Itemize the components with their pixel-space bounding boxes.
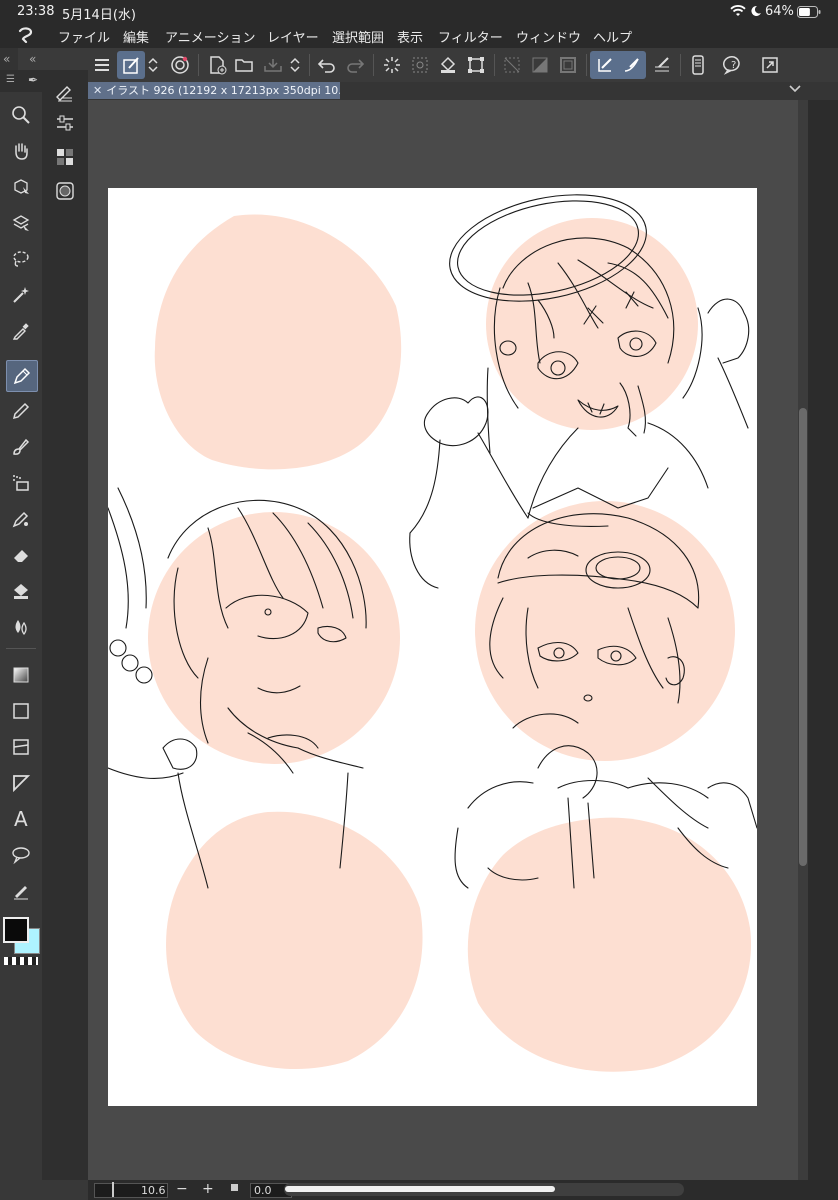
- pencil-tool-icon[interactable]: [6, 396, 36, 426]
- snap-to-grid-icon[interactable]: [648, 51, 676, 79]
- right-panel-strip: [808, 100, 838, 1180]
- redo-icon[interactable]: [341, 51, 369, 79]
- menu-window[interactable]: ウィンドウ: [516, 27, 581, 46]
- gradient-tool-icon[interactable]: [6, 660, 36, 690]
- tool-property-icon[interactable]: [50, 108, 80, 138]
- artwork: [108, 194, 757, 1072]
- close-tab-icon[interactable]: ✕: [93, 84, 102, 97]
- battery-icon: [797, 6, 821, 18]
- magic-wand-tool-icon[interactable]: [6, 280, 36, 310]
- zoom-tool-icon[interactable]: [6, 100, 36, 130]
- eyedropper-tool-icon[interactable]: [6, 316, 36, 346]
- menu-filter[interactable]: フィルター: [438, 27, 503, 46]
- empty-portrait-circle-top-left: [154, 214, 402, 470]
- top-bar: 23:38 5月14日(水) 64% ファイル 編集 アニメーション レイヤー …: [0, 0, 838, 48]
- do-not-disturb-icon: [750, 5, 762, 17]
- portrait-circle-middle-left: [148, 512, 400, 764]
- menu-layer[interactable]: レイヤー: [267, 27, 319, 46]
- menu-animation[interactable]: アニメーション: [165, 27, 255, 46]
- menu-view[interactable]: 表示: [397, 27, 423, 46]
- ruler-tool-icon[interactable]: [6, 768, 36, 798]
- canvas[interactable]: [108, 188, 757, 1106]
- save-icon[interactable]: [259, 51, 287, 79]
- undo-icon[interactable]: [313, 51, 341, 79]
- object-tool-icon[interactable]: [6, 172, 36, 202]
- clear-icon[interactable]: [378, 51, 406, 79]
- collapse-left-icon[interactable]: «: [3, 52, 10, 66]
- clip-studio-paint-icon[interactable]: [166, 51, 194, 79]
- menu-edit[interactable]: 編集: [123, 27, 149, 46]
- pen-mini-icon: ✒: [28, 73, 39, 87]
- scrollbar-thumb[interactable]: [799, 408, 807, 866]
- frame-border-tool-icon[interactable]: [6, 732, 36, 762]
- clear-outside-selection-icon[interactable]: [406, 51, 434, 79]
- status-date: 5月14日(水): [62, 8, 136, 23]
- status-time: 23:38: [17, 4, 55, 19]
- transform-icon[interactable]: [462, 51, 490, 79]
- wifi-icon: [730, 5, 746, 17]
- hand-tool-icon[interactable]: [6, 136, 36, 166]
- menu-help[interactable]: ヘルプ: [593, 27, 632, 46]
- collapse-panel-icon[interactable]: ☰: [6, 74, 15, 85]
- empty-portrait-circle-bottom-left: [166, 811, 423, 1070]
- chevron-down-icon[interactable]: [788, 82, 802, 96]
- snap-to-special-ruler-icon[interactable]: [618, 51, 646, 79]
- transparent-color-icon[interactable]: [4, 957, 38, 965]
- zoom-slider-handle[interactable]: [112, 1182, 114, 1197]
- menu-file[interactable]: ファイル: [58, 27, 110, 46]
- pen-tool-icon[interactable]: [6, 360, 38, 392]
- zoom-in-icon[interactable]: +: [202, 1181, 214, 1197]
- lasso-selection-tool-icon[interactable]: [6, 244, 36, 274]
- fill-tool-icon[interactable]: [6, 576, 36, 606]
- clip-studio-logo-icon[interactable]: [17, 27, 35, 43]
- chevron-updown-icon[interactable]: [143, 51, 163, 79]
- blend-tool-icon[interactable]: [6, 612, 36, 642]
- zoom-out-icon[interactable]: −: [176, 1181, 188, 1197]
- menu-hamburger-icon[interactable]: [88, 51, 116, 79]
- smartphone-icon[interactable]: [684, 51, 712, 79]
- portrait-circle-middle-right: [475, 501, 735, 761]
- color-wheel-icon[interactable]: [50, 176, 80, 206]
- zoom-value: 10.6: [141, 1184, 166, 1197]
- svg-text:?: ?: [731, 60, 736, 71]
- menu-selection[interactable]: 選択範囲: [332, 27, 384, 46]
- chevron-updown-icon[interactable]: [285, 51, 305, 79]
- main-color-swatch[interactable]: [3, 917, 29, 943]
- brush-tool-icon[interactable]: [6, 432, 36, 462]
- command-bar: ?: [0, 48, 838, 83]
- eraser-tool-icon[interactable]: [6, 540, 36, 570]
- portrait-circle-top-right: [486, 218, 698, 430]
- sub-tool-pen-icon[interactable]: [50, 78, 80, 108]
- home-indicator[interactable]: [285, 1186, 555, 1192]
- document-tab-title: イラスト 926 (12192 x 17213px 350dpi 10.6%): [106, 84, 340, 97]
- color-set-icon[interactable]: [50, 142, 80, 172]
- correct-line-tool-icon[interactable]: [6, 876, 36, 906]
- fit-view-icon[interactable]: [231, 1184, 238, 1191]
- selection-border-icon[interactable]: [554, 51, 582, 79]
- invert-selection-icon[interactable]: [526, 51, 554, 79]
- figure-tool-icon[interactable]: [6, 696, 36, 726]
- text-tool-icon[interactable]: A: [6, 804, 36, 834]
- fill-icon[interactable]: [434, 51, 462, 79]
- deselect-icon[interactable]: [498, 51, 526, 79]
- svg-text:A: A: [14, 808, 28, 830]
- snap-to-ruler-icon[interactable]: [591, 51, 619, 79]
- balloon-tool-icon[interactable]: [6, 840, 36, 870]
- fullscreen-icon[interactable]: [756, 51, 784, 79]
- battery-percent: 64%: [765, 4, 794, 19]
- empty-portrait-circle-bottom-right: [467, 817, 752, 1072]
- open-folder-icon[interactable]: [231, 51, 259, 79]
- sub-tool-strip: [42, 70, 88, 1200]
- help-icon[interactable]: ?: [720, 51, 748, 79]
- brush-size-mode-icon[interactable]: [117, 51, 145, 79]
- rotation-value: 0.0: [254, 1184, 272, 1197]
- airbrush-tool-icon[interactable]: [6, 468, 36, 498]
- collapse-left-icon[interactable]: «: [29, 52, 36, 66]
- new-file-icon[interactable]: [203, 51, 231, 79]
- document-tab[interactable]: ✕ イラスト 926 (12192 x 17213px 350dpi 10.6%): [88, 82, 340, 99]
- layer-move-tool-icon[interactable]: [6, 208, 36, 238]
- decoration-tool-icon[interactable]: [6, 504, 36, 534]
